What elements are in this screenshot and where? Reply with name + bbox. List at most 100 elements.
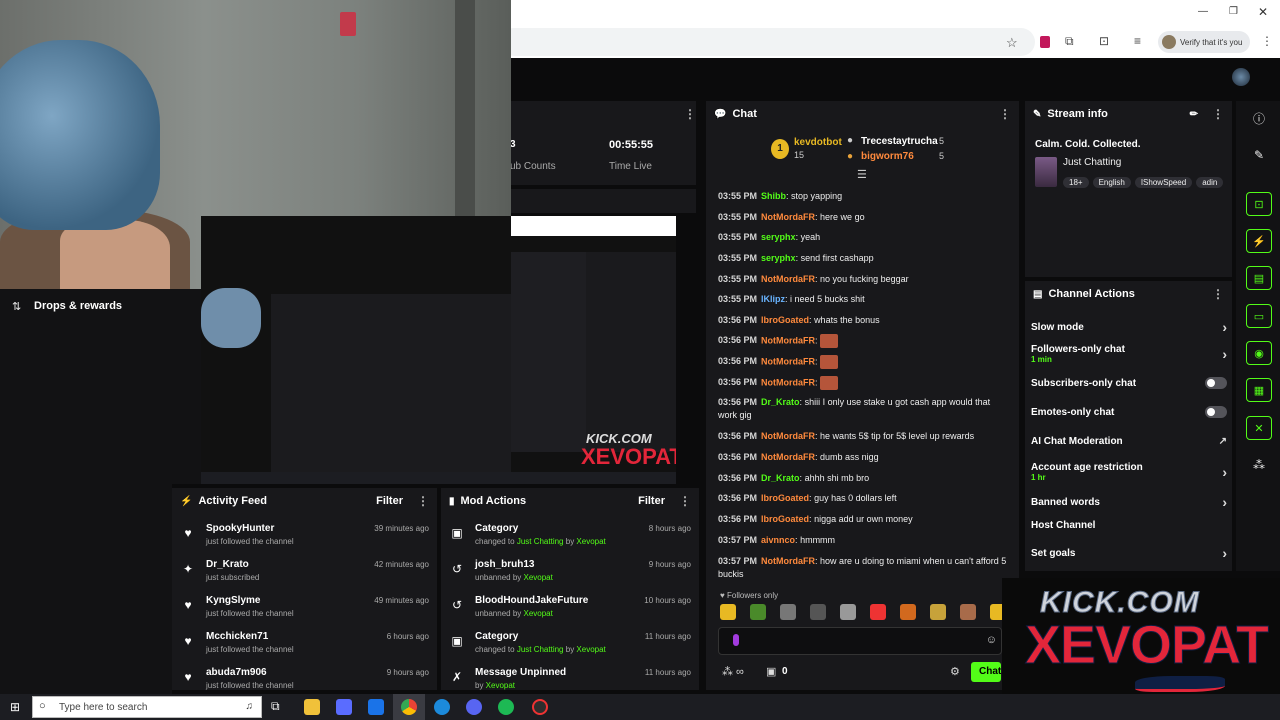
activity-row[interactable]: ♥ SpookyHunter just followed the channel 39… <box>172 522 437 556</box>
chevron-right-icon[interactable]: › <box>1222 464 1227 480</box>
mod-action-moderator[interactable]: Xevopat <box>486 681 515 690</box>
clip-icon[interactable]: ⊡ <box>1246 192 1272 216</box>
mod-action-moderator[interactable]: Xevopat <box>524 573 553 582</box>
taskbar-search-input[interactable]: ○ Type here to search ♫ <box>32 696 262 718</box>
activity-row[interactable]: ♥ KyngSlyme just followed the channel 49 mi… <box>172 594 437 628</box>
stream-category[interactable]: Just Chatting <box>1063 157 1121 168</box>
toggle-switch[interactable] <box>1205 377 1227 389</box>
chevron-right-icon[interactable]: › <box>1222 319 1227 335</box>
obs-icon[interactable] <box>532 699 548 715</box>
edge-icon[interactable] <box>434 699 450 715</box>
channel-action-row[interactable]: Slow mode › <box>1031 319 1227 335</box>
chat-username[interactable]: seryphx <box>761 253 796 263</box>
mod-action-target[interactable]: Just Chatting <box>517 645 564 654</box>
minimize-icon[interactable]: — <box>1198 6 1208 17</box>
top-gifter-2-name[interactable]: Trecestaytrucha <box>861 136 938 147</box>
screenshot-icon[interactable]: ⊡ <box>1099 34 1109 48</box>
lightning-icon[interactable]: ⚡ <box>1246 229 1272 253</box>
channel-actions-menu-icon[interactable]: ⋮ <box>1212 287 1224 301</box>
loyalty-points-icon[interactable]: ⁂ ∞ <box>722 665 744 678</box>
chat-username[interactable]: seryphx <box>761 232 796 242</box>
emote-picker-icon[interactable] <box>733 634 739 646</box>
mod-action-moderator[interactable]: Xevopat <box>576 645 605 654</box>
expand-gifters-icon[interactable]: ☰ <box>857 168 867 181</box>
wrench-icon[interactable]: ✕ <box>1246 416 1272 440</box>
browser-menu-icon[interactable]: ⋮ <box>1261 34 1273 48</box>
emote-button[interactable] <box>930 604 946 620</box>
chat-username[interactable]: lbroGoated <box>761 514 809 524</box>
mod-action-row[interactable]: ✗ Message Unpinned by Xevopat 11 hours ago <box>441 666 699 690</box>
chat-username[interactable]: Shibb <box>761 191 786 201</box>
mod-menu-icon[interactable]: ⋮ <box>679 494 691 508</box>
reading-list-icon[interactable]: ≡ <box>1134 34 1141 48</box>
chevron-right-icon[interactable]: › <box>1222 346 1227 362</box>
activity-username[interactable]: KyngSlyme <box>206 594 294 608</box>
user-avatar[interactable] <box>1232 68 1250 86</box>
emote-button[interactable] <box>810 604 826 620</box>
extension-shield-icon[interactable] <box>1040 36 1050 48</box>
top-gifter-1-name[interactable]: kevdotbot <box>794 137 842 148</box>
activity-row[interactable]: ♥ abuda7m906 just followed the channel 9 ho… <box>172 666 437 690</box>
external-link-icon[interactable]: ↗ <box>1219 436 1227 447</box>
channel-action-row[interactable]: Host Channel <box>1031 520 1227 531</box>
chat-username[interactable]: NotMordaFR <box>761 356 815 366</box>
mod-action-moderator[interactable]: Xevopat <box>524 609 553 618</box>
channel-action-row[interactable]: Followers-only chat 1 min › <box>1031 344 1227 364</box>
mod-action-row[interactable]: ▣ Category changed to Just Chatting by Xev… <box>441 522 699 556</box>
mod-action-row[interactable]: ▣ Category changed to Just Chatting by Xev… <box>441 630 699 664</box>
chat-username[interactable]: Dr_Krato <box>761 397 800 407</box>
chat-username[interactable]: lbroGoated <box>761 493 809 503</box>
emote-button[interactable] <box>900 604 916 620</box>
emote-button[interactable] <box>750 604 766 620</box>
emote-button[interactable] <box>720 604 736 620</box>
activity-username[interactable]: Dr_Krato <box>206 558 259 572</box>
mod-action-moderator[interactable]: Xevopat <box>576 537 605 546</box>
layout-icon[interactable]: ▦ <box>1246 378 1272 402</box>
broadcast-icon[interactable]: ◉ <box>1246 341 1272 365</box>
activity-row[interactable]: ♥ Mcchicken71 just followed the channel 6 h… <box>172 630 437 664</box>
edit-icon[interactable]: ✎ <box>1246 143 1272 167</box>
file-explorer-icon[interactable] <box>304 699 320 715</box>
chat-username[interactable]: NotMordaFR <box>761 212 815 222</box>
bookmark-star-icon[interactable]: ☆ <box>1006 35 1018 51</box>
activity-username[interactable]: abuda7m906 <box>206 666 294 680</box>
channel-action-row[interactable]: AI Chat Moderation ↗ <box>1031 436 1227 447</box>
emote-button[interactable] <box>780 604 796 620</box>
document-icon[interactable]: ▤ <box>1246 266 1272 290</box>
chrome-icon[interactable] <box>401 699 417 715</box>
edit-pencil-icon[interactable]: ✏ <box>1190 109 1198 120</box>
channel-action-row[interactable]: Emotes-only chat <box>1031 406 1227 418</box>
profile-verify-chip[interactable]: Verify that it's you <box>1158 31 1250 53</box>
chat-username[interactable]: lbroGoated <box>761 315 809 325</box>
windows-start-icon[interactable]: ⊞ <box>10 700 20 714</box>
send-chat-button[interactable]: Chat <box>971 662 1001 682</box>
store-icon[interactable] <box>336 699 352 715</box>
spotify-icon[interactable] <box>498 699 514 715</box>
chat-menu-icon[interactable]: ⋮ <box>999 107 1011 121</box>
chat-username[interactable]: NotMordaFR <box>761 431 815 441</box>
close-icon[interactable]: ✕ <box>1258 5 1268 19</box>
chat-username[interactable]: Dr_Krato <box>761 473 800 483</box>
emote-button[interactable] <box>870 604 886 620</box>
chat-username[interactable]: NotMordaFR <box>761 377 815 387</box>
message-icon[interactable]: ▭ <box>1246 304 1272 328</box>
chat-username[interactable]: aivnnco <box>761 535 795 545</box>
task-view-icon[interactable]: ⧉ <box>271 699 280 714</box>
address-bar[interactable] <box>500 28 1035 56</box>
mod-filter-button[interactable]: Filter <box>638 495 665 507</box>
extensions-puzzle-icon[interactable]: ⧉ <box>1065 34 1074 49</box>
chat-settings-gear-icon[interactable]: ⚙ <box>950 665 960 678</box>
chat-username[interactable]: NotMordaFR <box>761 274 815 284</box>
mod-action-target[interactable]: Just Chatting <box>517 537 564 546</box>
chat-username[interactable]: lKlipz <box>761 294 785 304</box>
stats-menu-icon[interactable]: ⋮ <box>684 107 696 121</box>
top-gifter-3-name[interactable]: bigworm76 <box>861 151 914 162</box>
restore-icon[interactable]: ❐ <box>1229 6 1238 17</box>
emote-button[interactable] <box>960 604 976 620</box>
toggle-switch[interactable] <box>1205 406 1227 418</box>
chevron-right-icon[interactable]: › <box>1222 494 1227 510</box>
mail-icon[interactable] <box>368 699 384 715</box>
info-icon[interactable]: ⓘ <box>1246 106 1272 130</box>
emote-button[interactable] <box>840 604 856 620</box>
gift-icon[interactable]: ▣ <box>766 665 776 678</box>
